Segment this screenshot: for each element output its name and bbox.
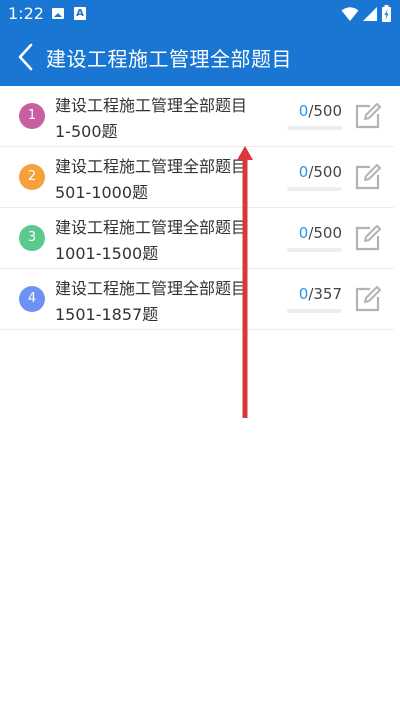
a-icon: A [74, 7, 86, 20]
item-number-badge: 4 [19, 286, 45, 312]
edit-icon[interactable] [354, 102, 382, 130]
progress-total: /357 [308, 285, 342, 303]
app-bar: 建设工程施工管理全部题目 [0, 28, 400, 86]
edit-icon[interactable] [354, 285, 382, 313]
progress-count: 0/357 [299, 285, 342, 303]
progress-done: 0 [298, 163, 309, 181]
progress-bar [287, 309, 342, 313]
question-set-list: 1 建设工程施工管理全部题目 1-500题 0/500 2 建设工程施工管理全部… [0, 86, 400, 330]
edit-icon[interactable] [354, 224, 382, 252]
item-number-badge: 2 [19, 164, 45, 190]
list-item[interactable]: 2 建设工程施工管理全部题目 501-1000题 0/500 [0, 147, 394, 208]
item-range: 501-1000题 [55, 183, 149, 202]
item-number-badge: 3 [19, 225, 45, 251]
progress-total: /500 [308, 163, 342, 181]
progress-total: /500 [308, 102, 342, 120]
progress-bar [287, 187, 342, 191]
item-title: 建设工程施工管理全部题目 [55, 218, 248, 237]
item-range: 1-500题 [55, 122, 118, 141]
wifi-icon [341, 7, 359, 21]
list-item[interactable]: 3 建设工程施工管理全部题目 1001-1500题 0/500 [0, 208, 394, 269]
status-bar: 1:22 A [0, 0, 400, 28]
chevron-left-icon[interactable] [16, 43, 34, 71]
list-item[interactable]: 4 建设工程施工管理全部题目 1501-1857题 0/357 [0, 269, 394, 330]
item-range: 1501-1857题 [55, 305, 159, 324]
status-time: 1:22 [8, 4, 44, 23]
item-number-badge: 1 [19, 103, 45, 129]
progress-count: 0/500 [299, 102, 342, 120]
progress-count: 0/500 [299, 163, 342, 181]
progress-bar [287, 248, 342, 252]
battery-icon [382, 5, 391, 22]
progress-done: 0 [298, 224, 309, 242]
progress-count: 0/500 [299, 224, 342, 242]
image-icon [52, 8, 64, 19]
progress-done: 0 [298, 102, 309, 120]
progress-done: 0 [298, 285, 309, 303]
item-title: 建设工程施工管理全部题目 [55, 279, 248, 298]
swipe-up-arrow [237, 146, 253, 418]
item-range: 1001-1500题 [55, 244, 159, 263]
edit-icon[interactable] [354, 163, 382, 191]
page-title: 建设工程施工管理全部题目 [46, 47, 292, 71]
item-title: 建设工程施工管理全部题目 [55, 96, 248, 115]
progress-total: /500 [308, 224, 342, 242]
progress-bar [287, 126, 342, 130]
item-title: 建设工程施工管理全部题目 [55, 157, 248, 176]
signal-icon [363, 7, 377, 21]
list-item[interactable]: 1 建设工程施工管理全部题目 1-500题 0/500 [0, 86, 394, 147]
